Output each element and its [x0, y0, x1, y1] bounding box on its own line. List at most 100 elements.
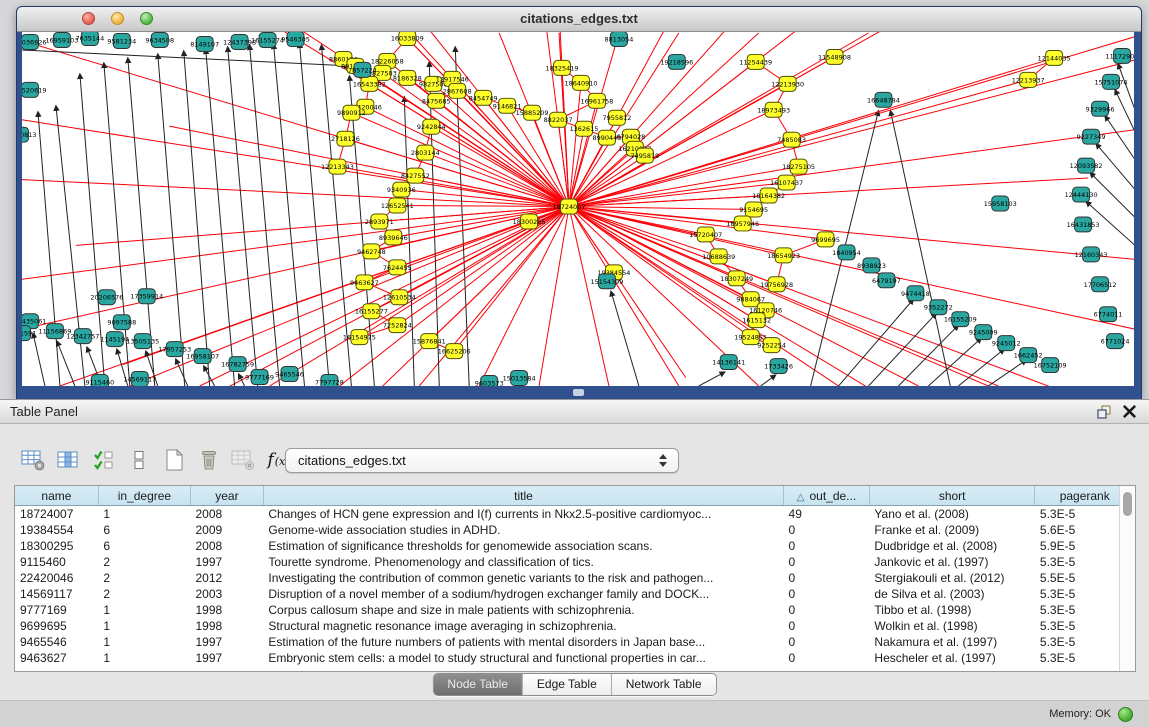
- table-cell-short[interactable]: Nakamura et al. (1997): [869, 634, 1035, 650]
- table-cell-title[interactable]: Embryonic stem cells: a model to study s…: [263, 650, 783, 666]
- network-canvas[interactable]: 1872400716033809182260589827503165433822…: [22, 32, 1134, 386]
- table-cell-in_degree[interactable]: 2: [98, 570, 190, 586]
- graph-node-yellow[interactable]: 7485083: [777, 132, 806, 147]
- graph-node-teal[interactable]: 6771024: [1101, 334, 1130, 349]
- table-cell-title[interactable]: Corpus callosum shape and size in male p…: [263, 602, 783, 618]
- table-cell-out_degree[interactable]: 0: [784, 618, 870, 634]
- graph-node-teal[interactable]: 7635144: [75, 32, 104, 45]
- table-cell-year[interactable]: 2008: [190, 506, 263, 523]
- graph-node-yellow[interactable]: 7955812: [603, 110, 632, 125]
- table-cell-in_degree[interactable]: 1: [98, 602, 190, 618]
- graph-node-yellow[interactable]: 9340936: [387, 182, 416, 197]
- table-cell-out_degree[interactable]: 49: [784, 506, 870, 523]
- graph-node-teal[interactable]: 9777169: [245, 370, 274, 385]
- column-header-year[interactable]: year: [190, 486, 263, 506]
- graph-node-teal[interactable]: 11172903: [1106, 48, 1134, 63]
- graph-node-yellow[interactable]: 19756928: [760, 277, 793, 292]
- table-cell-title[interactable]: Estimation of the future numbers of pati…: [263, 634, 783, 650]
- delete-table-icon[interactable]: [195, 447, 222, 474]
- row-height-icon[interactable]: [125, 447, 152, 474]
- table-cell-year[interactable]: 2012: [190, 570, 263, 586]
- graph-node-yellow[interactable]: 9463627: [350, 275, 379, 290]
- table-cell-year[interactable]: 1997: [190, 554, 263, 570]
- table-cell-in_degree[interactable]: 1: [98, 506, 190, 523]
- table-row[interactable]: 911546021997Tourette syndrome. Phenomeno…: [15, 554, 1135, 570]
- graph-node-teal[interactable]: 13505135: [126, 334, 159, 349]
- table-cell-short[interactable]: Franke et al. (2009): [869, 522, 1035, 538]
- table-cell-year[interactable]: 1997: [190, 650, 263, 666]
- table-row[interactable]: 977716911998Corpus callosum shape and si…: [15, 602, 1135, 618]
- graph-node-teal[interactable]: 15958103: [984, 196, 1017, 211]
- graph-node-yellow[interactable]: 15876841: [413, 334, 446, 349]
- graph-node-yellow[interactable]: 11254439: [739, 54, 772, 69]
- column-header-short[interactable]: short: [869, 486, 1035, 506]
- column-header-out_degree[interactable]: △out_de...: [784, 486, 870, 506]
- table-scrollbar-thumb[interactable]: [1123, 492, 1132, 516]
- graph-node-teal[interactable]: 1662452: [1014, 348, 1043, 363]
- graph-node-yellow[interactable]: 8939646: [379, 230, 408, 245]
- table-cell-in_degree[interactable]: 1: [98, 618, 190, 634]
- table-cell-short[interactable]: de Silva et al. (2003): [869, 586, 1035, 602]
- table-cell-year[interactable]: 2009: [190, 522, 263, 538]
- graph-node-teal[interactable]: 16431853: [1067, 217, 1100, 232]
- graph-node-teal[interactable]: 9352272: [924, 300, 953, 315]
- column-visibility-icon[interactable]: [90, 447, 117, 474]
- create-table-icon[interactable]: [160, 447, 187, 474]
- table-cell-name[interactable]: 14569117: [15, 586, 98, 602]
- table-row[interactable]: 1938455462009Genome-wide association stu…: [15, 522, 1135, 538]
- close-panel-icon[interactable]: [1123, 405, 1137, 419]
- graph-node-yellow[interactable]: 15720407: [689, 227, 722, 242]
- network-window-titlebar[interactable]: citations_edges.txt: [17, 7, 1141, 32]
- table-cell-out_degree[interactable]: 0: [784, 522, 870, 538]
- graph-node-yellow[interactable]: 18164382: [752, 188, 785, 203]
- table-cell-in_degree[interactable]: 1: [98, 634, 190, 650]
- table-cell-in_degree[interactable]: 2: [98, 554, 190, 570]
- table-row[interactable]: 1456911722003Disruption of a novel membe…: [15, 586, 1135, 602]
- column-header-in_degree[interactable]: in_degree: [98, 486, 190, 506]
- graph-node-teal[interactable]: 9329966: [1086, 101, 1115, 116]
- table-row[interactable]: 946554611997Estimation of the future num…: [15, 634, 1135, 650]
- graph-node-teal[interactable]: 15013584: [503, 371, 536, 386]
- graph-node-teal[interactable]: 12093582: [1070, 158, 1103, 173]
- table-selector[interactable]: citations_edges.txt: [285, 448, 679, 473]
- table-cell-year[interactable]: 2003: [190, 586, 263, 602]
- column-header-name[interactable]: name: [15, 486, 98, 506]
- graph-node-teal[interactable]: 6479197: [872, 273, 901, 288]
- table-cell-in_degree[interactable]: 6: [98, 538, 190, 554]
- graph-node-teal[interactable]: 8149107: [190, 36, 219, 51]
- graph-node-teal[interactable]: 8813054: [605, 32, 634, 46]
- graph-node-yellow[interactable]: 2718126: [331, 131, 360, 146]
- window-grow-handle[interactable]: [573, 389, 584, 396]
- graph-node-yellow[interactable]: 18957946: [726, 216, 759, 231]
- table-cell-name[interactable]: 18300295: [15, 538, 98, 554]
- graph-node-teal[interactable]: 19218596: [660, 54, 693, 69]
- graph-node-yellow[interactable]: 18640910: [565, 75, 598, 90]
- graph-node-yellow[interactable]: 16625206: [438, 344, 471, 359]
- table-cell-title[interactable]: Genome-wide association studies in ADHD.: [263, 522, 783, 538]
- graph-node-teal[interactable]: 8938923: [857, 258, 886, 273]
- table-cell-name[interactable]: 9115460: [15, 554, 98, 570]
- table-cell-year[interactable]: 1998: [190, 602, 263, 618]
- table-cell-year[interactable]: 1998: [190, 618, 263, 634]
- table-cell-short[interactable]: Yano et al. (2008): [869, 506, 1035, 523]
- table-cell-title[interactable]: Estimation of significance thresholds fo…: [263, 538, 783, 554]
- table-cell-year[interactable]: 2008: [190, 538, 263, 554]
- graph-node-yellow[interactable]: 16033809: [391, 32, 424, 45]
- graph-node-teal[interactable]: 20530813: [22, 127, 36, 142]
- graph-node-teal[interactable]: 16782759: [221, 357, 254, 372]
- graph-node-teal[interactable]: 14569117: [123, 372, 156, 386]
- graph-node-yellow[interactable]: 10688639: [702, 249, 735, 264]
- graph-node-yellow[interactable]: 9699695: [811, 232, 840, 247]
- graph-node-teal[interactable]: 1840954: [832, 245, 861, 260]
- table-cell-out_degree[interactable]: 0: [784, 634, 870, 650]
- graph-node-teal[interactable]: 9634508: [145, 32, 174, 47]
- graph-node-yellow[interactable]: 18275105: [782, 159, 815, 174]
- graph-node-teal[interactable]: 14136141: [712, 355, 745, 370]
- graph-node-teal[interactable]: 20520619: [22, 82, 46, 97]
- graph-node-yellow[interactable]: 16107437: [770, 175, 803, 190]
- graph-node-yellow[interactable]: 9242844: [417, 119, 446, 134]
- graph-node-teal[interactable]: 9245009: [969, 325, 998, 340]
- graph-node-teal[interactable]: 7797728: [315, 375, 344, 386]
- table-cell-short[interactable]: Stergiakouli et al. (2012): [869, 570, 1035, 586]
- graph-node-yellow[interactable]: 9154695: [739, 202, 768, 217]
